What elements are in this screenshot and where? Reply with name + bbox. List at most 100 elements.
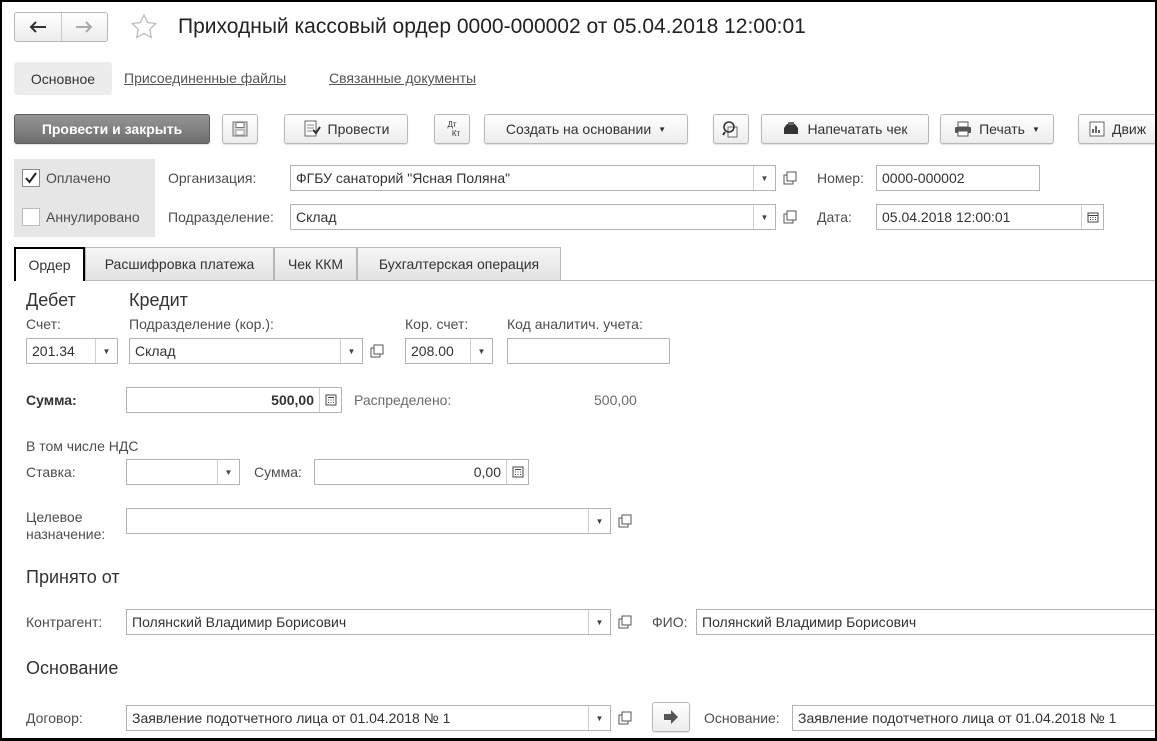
open-organization-icon[interactable] xyxy=(779,165,801,191)
rate-value xyxy=(127,460,217,484)
date-label: Дата: xyxy=(817,209,852,225)
cash-register-icon xyxy=(784,122,799,134)
corr-account-label: Кор. счет: xyxy=(405,316,469,332)
analytic-code-field[interactable] xyxy=(507,338,670,364)
chevron-down-icon[interactable]: ▼ xyxy=(340,339,362,363)
date-value: 05.04.2018 12:00:01 xyxy=(882,209,1011,225)
dt-kt-button[interactable]: Дт Кт xyxy=(434,114,470,144)
date-field[interactable]: 05.04.2018 12:00:01 xyxy=(876,204,1104,230)
purpose-field[interactable]: ▼ xyxy=(126,508,611,534)
fio-value: Полянский Владимир Борисович xyxy=(702,614,917,630)
vat-sum-label: Сумма: xyxy=(254,464,302,480)
document-window: Приходный кассовый ордер 0000-000002 от … xyxy=(0,0,1157,741)
post-button[interactable]: Провести xyxy=(284,114,408,144)
open-corr-dept-icon[interactable] xyxy=(366,338,388,364)
paid-checkbox[interactable] xyxy=(22,169,40,187)
account-value: 201.34 xyxy=(32,343,75,359)
analytic-code-label: Код аналитич. учета: xyxy=(507,316,643,332)
nav-buttons xyxy=(14,12,108,42)
number-value: 0000-000002 xyxy=(882,170,965,186)
basis-title: Основание xyxy=(26,658,119,678)
subnav-main[interactable]: Основное xyxy=(14,62,112,95)
window-title: Приходный кассовый ордер 0000-000002 от … xyxy=(178,15,806,38)
tab-order-label: Ордер xyxy=(28,257,71,273)
chevron-down-icon[interactable]: ▼ xyxy=(95,339,117,363)
purpose-value xyxy=(127,509,588,533)
back-icon[interactable] xyxy=(15,13,62,41)
number-field[interactable]: 0000-000002 xyxy=(876,165,1040,191)
forward-icon[interactable] xyxy=(62,13,108,41)
contract-field[interactable]: Заявление подотчетного лица от 01.04.201… xyxy=(126,705,611,731)
cancelled-label: Аннулировано xyxy=(46,209,140,225)
movements-button[interactable]: Движ xyxy=(1078,114,1155,144)
subnav-related-docs[interactable]: Связанные документы xyxy=(329,70,476,86)
favorite-star-icon[interactable] xyxy=(130,13,158,44)
calculator-icon[interactable] xyxy=(506,460,528,484)
analytic-code-value xyxy=(508,339,669,363)
movements-report-icon xyxy=(1089,121,1105,137)
kt-label: Кт xyxy=(451,129,461,138)
tab-order[interactable]: Ордер xyxy=(14,247,85,281)
print-receipt-button[interactable]: Напечатать чек xyxy=(761,114,929,144)
chevron-down-icon[interactable]: ▼ xyxy=(588,706,610,730)
create-based-on-button[interactable]: Создать на основании ▼ xyxy=(484,114,688,144)
department-field[interactable]: Склад ▼ xyxy=(290,204,776,230)
post-and-close-button[interactable]: Провести и закрыть xyxy=(14,114,210,144)
open-contract-icon[interactable] xyxy=(614,705,636,731)
fio-field[interactable]: Полянский Владимир Борисович xyxy=(696,609,1155,635)
chevron-down-icon[interactable]: ▼ xyxy=(588,509,610,533)
create-based-on-label: Создать на основании xyxy=(505,121,652,137)
chevron-down-icon[interactable]: ▼ xyxy=(470,339,492,363)
open-purpose-icon[interactable] xyxy=(614,508,636,534)
sum-field[interactable]: 500,00 xyxy=(126,387,342,413)
chevron-down-icon[interactable]: ▼ xyxy=(753,205,775,229)
open-department-icon[interactable] xyxy=(779,204,801,230)
cancelled-checkbox[interactable] xyxy=(22,208,40,226)
sum-label: Сумма: xyxy=(26,392,77,408)
credit-title: Кредит xyxy=(129,290,188,310)
rate-field[interactable]: ▼ xyxy=(126,459,240,485)
tab-kkm-receipt[interactable]: Чек ККМ xyxy=(274,247,357,280)
chevron-down-icon[interactable]: ▼ xyxy=(217,460,239,484)
tabs-baseline xyxy=(14,280,1155,281)
department-label: Подразделение: xyxy=(168,209,274,225)
vat-sum-field[interactable]: 0,00 xyxy=(314,459,529,485)
distributed-value: 500,00 xyxy=(594,392,637,408)
vat-sum-value: 0,00 xyxy=(473,464,501,480)
save-button[interactable] xyxy=(222,114,258,144)
subnav-main-label: Основное xyxy=(30,70,96,87)
debit-title: Дебет xyxy=(26,290,76,310)
organization-field[interactable]: ФГБУ санаторий "Ясная Поляна" ▼ xyxy=(290,165,776,191)
magnifier-document-icon xyxy=(722,121,738,138)
open-counterparty-icon[interactable] xyxy=(614,609,636,635)
tab-payment-breakdown[interactable]: Расшифровка платежа xyxy=(85,247,274,280)
chevron-down-icon[interactable]: ▼ xyxy=(753,166,775,190)
calculator-icon[interactable] xyxy=(319,388,341,412)
chevron-down-icon[interactable]: ▼ xyxy=(588,610,610,634)
search-document-button[interactable] xyxy=(713,114,749,144)
checkmark-icon xyxy=(25,172,37,184)
department-value: Склад xyxy=(296,209,337,225)
print-receipt-label: Напечатать чек xyxy=(807,121,908,137)
corr-account-field[interactable]: 208.00 ▼ xyxy=(405,338,493,364)
chevron-down-icon: ▼ xyxy=(1031,124,1040,134)
basis-field[interactable]: Заявление подотчетного лица от 01.04.201… xyxy=(792,705,1155,731)
account-label: Счет: xyxy=(26,316,61,332)
arrow-right-icon xyxy=(664,710,678,724)
subnav-attached-files[interactable]: Присоединенные файлы xyxy=(124,70,286,86)
tab-accounting-operation[interactable]: Бухгалтерская операция xyxy=(357,247,561,280)
account-field[interactable]: 201.34 ▼ xyxy=(26,338,118,364)
fill-basis-button[interactable] xyxy=(652,702,690,732)
calendar-icon[interactable] xyxy=(1081,205,1103,229)
rate-label: Ставка: xyxy=(26,464,76,480)
sum-value: 500,00 xyxy=(271,392,314,408)
paid-label: Оплачено xyxy=(46,170,111,186)
corr-dept-field[interactable]: Склад ▼ xyxy=(129,338,363,364)
post-and-close-label: Провести и закрыть xyxy=(41,121,183,137)
vat-title: В том числе НДС xyxy=(26,438,139,454)
post-document-icon xyxy=(304,120,321,137)
tab-kkm-receipt-label: Чек ККМ xyxy=(287,256,344,272)
print-button[interactable]: Печать ▼ xyxy=(940,114,1054,144)
counterparty-field[interactable]: Полянский Владимир Борисович ▼ xyxy=(126,609,611,635)
tab-payment-breakdown-label: Расшифровка платежа xyxy=(104,256,255,272)
